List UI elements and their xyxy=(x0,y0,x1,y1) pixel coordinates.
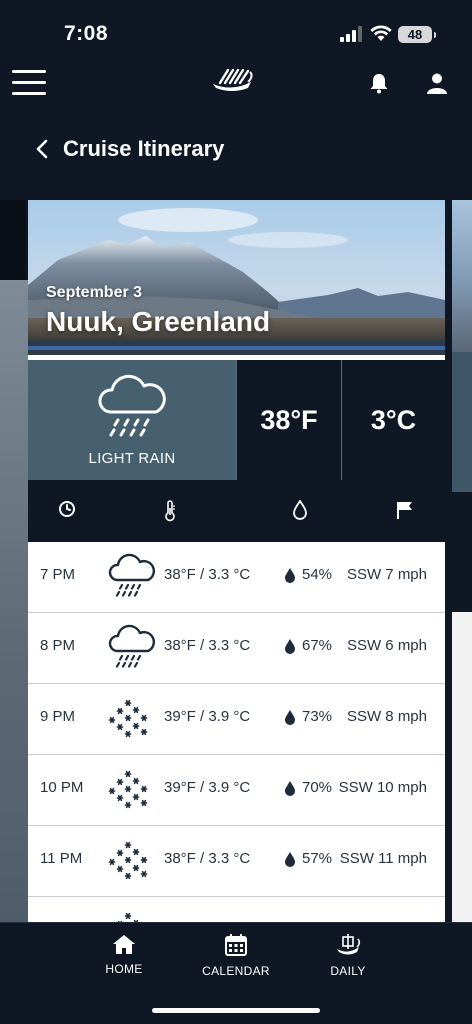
drop-icon xyxy=(293,500,307,520)
hour-wind: SSW 6 mph xyxy=(346,637,427,654)
screen: 7:08 48 Cruise Itinerary September 3 Nuu… xyxy=(0,0,472,1024)
tab-daily[interactable]: DAILY xyxy=(326,933,370,978)
hourly-column-header xyxy=(28,480,445,542)
snow-icon xyxy=(106,765,156,819)
next-card-weather-peek[interactable] xyxy=(452,352,472,492)
hourly-row: 9 PM 39°F / 3.9 °C 73% SSW 8 mph xyxy=(28,684,445,755)
hour-time: 8 PM xyxy=(40,637,76,654)
back-chevron-icon[interactable] xyxy=(32,136,52,162)
menu-button[interactable] xyxy=(12,70,46,96)
hourly-row: 7 PM 38°F / 3.3 °C 54% SSW 7 mph xyxy=(28,542,445,613)
viking-ship-icon xyxy=(337,934,361,955)
humidity-drop-icon xyxy=(284,567,296,587)
humidity-drop-icon xyxy=(284,709,296,729)
wifi-icon xyxy=(370,25,392,41)
flag-icon xyxy=(397,502,412,519)
clock-icon xyxy=(59,501,75,517)
port-hero-image: September 3 Nuuk, Greenland xyxy=(28,200,445,355)
hour-time: 11 PM xyxy=(40,850,83,867)
snow-icon xyxy=(106,836,156,890)
home-indicator xyxy=(152,1008,320,1013)
hour-wind: SSW 10 mph xyxy=(338,779,427,796)
next-card-body-peek[interactable] xyxy=(452,612,472,925)
tab-home[interactable]: HOME xyxy=(102,933,146,976)
menu-bar-line xyxy=(12,81,46,84)
menu-bar-line xyxy=(12,70,46,73)
rain-cloud-icon xyxy=(98,374,166,437)
hour-time: 7 PM xyxy=(40,566,76,583)
hourly-row: 8 PM 38°F / 3.3 °C 67% SSW 6 mph xyxy=(28,613,445,684)
battery-indicator: 48 xyxy=(398,26,436,43)
calendar-icon xyxy=(225,934,247,956)
hourly-row: 11 PM 38°F / 3.3 °C 57% SSW 11 mph xyxy=(28,826,445,897)
status-bar: 7:08 48 xyxy=(0,0,472,60)
hour-wind: SSW 8 mph xyxy=(346,708,427,725)
viking-ship-logo xyxy=(213,68,253,91)
previous-card-body-peek[interactable] xyxy=(0,280,28,925)
hourly-row: 12 AM38°F / 3.3 °C37%SSW 12 mph xyxy=(28,897,445,925)
tab-calendar[interactable]: CALENDAR xyxy=(202,933,270,978)
hour-humidity: 54% xyxy=(302,566,333,583)
current-temp-f: 38°F xyxy=(236,360,341,480)
hour-wind: SSW 11 mph xyxy=(339,850,427,867)
thermometer-icon xyxy=(165,500,175,522)
menu-bar-line xyxy=(12,92,46,95)
status-time: 7:08 xyxy=(64,22,109,45)
hour-wind: SSW 7 mph xyxy=(346,566,427,583)
snow-icon xyxy=(106,694,156,748)
port-date: September 3 xyxy=(46,284,143,301)
condition-label: LIGHT RAIN xyxy=(88,450,176,467)
current-weather-panel: LIGHT RAIN 38°F 3°C xyxy=(28,360,445,480)
account-user-icon[interactable] xyxy=(426,72,448,94)
hour-temperature: 39°F / 3.9 °C xyxy=(164,779,251,796)
hour-humidity: 70% xyxy=(302,779,333,796)
rain-icon xyxy=(106,552,156,606)
tab-daily-label: DAILY xyxy=(330,964,366,978)
next-card-header-peek[interactable] xyxy=(452,492,472,612)
hour-time: 10 PM xyxy=(40,779,84,796)
hourly-forecast-list[interactable]: 7 PM 38°F / 3.3 °C 54% SSW 7 mph 8 PM 38°F / … xyxy=(28,542,445,925)
hour-humidity: 67% xyxy=(302,637,333,654)
notifications-bell-icon[interactable] xyxy=(368,72,390,94)
hour-temperature: 38°F / 3.3 °C xyxy=(164,850,251,867)
hour-time: 9 PM xyxy=(40,708,76,725)
humidity-drop-icon xyxy=(284,851,296,871)
humidity-drop-icon xyxy=(284,638,296,658)
next-card-image-peek[interactable] xyxy=(452,200,472,352)
humidity-drop-icon xyxy=(284,780,296,800)
hour-humidity: 73% xyxy=(302,708,333,725)
hour-temperature: 38°F / 3.3 °C xyxy=(164,637,251,654)
current-temp-c: 3°C xyxy=(341,360,445,480)
current-condition: LIGHT RAIN xyxy=(28,360,236,480)
previous-card-peek[interactable] xyxy=(0,200,26,280)
tab-home-label: HOME xyxy=(105,962,143,976)
hourly-row: 10 PM 39°F / 3.9 °C 70% SSW 10 mph xyxy=(28,755,445,826)
hour-temperature: 38°F / 3.3 °C xyxy=(164,566,251,583)
hour-humidity: 57% xyxy=(302,850,333,867)
tab-calendar-label: CALENDAR xyxy=(202,964,270,978)
hour-temperature: 39°F / 3.9 °C xyxy=(164,708,251,725)
port-name: Nuuk, Greenland xyxy=(46,306,271,337)
page-title: Cruise Itinerary xyxy=(63,136,225,161)
cellular-signal-icon xyxy=(340,26,362,42)
home-icon xyxy=(113,935,135,954)
rain-icon xyxy=(106,623,156,677)
port-weather-card: September 3 Nuuk, Greenland LIGHT RAIN 3… xyxy=(28,200,445,925)
